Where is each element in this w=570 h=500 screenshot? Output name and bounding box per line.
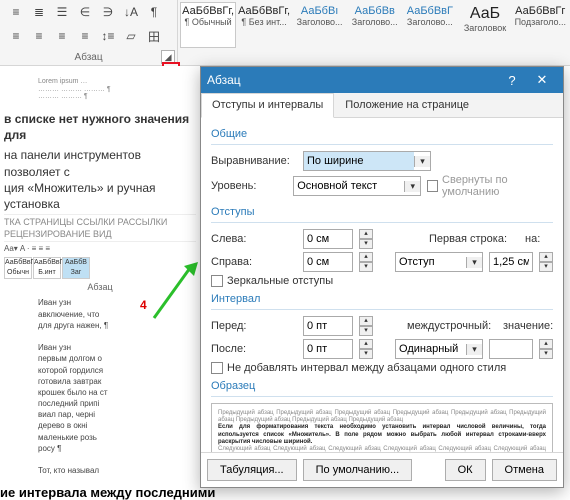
before-label: Перед: xyxy=(211,320,297,332)
outline-level-label: Уровень: xyxy=(211,180,287,192)
style-heading2[interactable]: АаБбВвЗаголово... xyxy=(347,2,402,48)
alignment-label: Выравнивание: xyxy=(211,155,297,167)
value-input[interactable] xyxy=(489,339,533,359)
default-button[interactable]: По умолчанию... xyxy=(303,459,413,481)
style-normal[interactable]: АаБбВвГг,¶ Обычный xyxy=(180,2,236,48)
doc-line: ция «Множитель» и ручная установка xyxy=(4,180,196,212)
spinner-icon[interactable]: ▴▾ xyxy=(359,252,373,272)
line-spacing-combo[interactable]: ▾ xyxy=(395,339,483,359)
justify-icon[interactable]: ≡ xyxy=(75,28,95,44)
style-subtitle[interactable]: АаБбВвГгПодзаголо... xyxy=(513,2,568,48)
collapsed-checkbox: Свернуты по умолчанию xyxy=(427,174,553,198)
sort-icon[interactable]: ↓A xyxy=(121,4,141,20)
alignment-combo[interactable]: ▾ xyxy=(303,151,431,171)
dialog-title: Абзац xyxy=(207,73,241,87)
by-input[interactable] xyxy=(489,252,533,272)
borders-icon[interactable]: 田 xyxy=(144,28,164,44)
section-general: Общие xyxy=(211,128,553,140)
align-left-icon[interactable]: ≡ xyxy=(6,28,26,44)
dialog-tabs: Отступы и интервалы Положение на страниц… xyxy=(201,93,563,118)
style-heading1[interactable]: АаБбВıЗаголово... xyxy=(292,2,347,48)
ribbon: ≡ ≣ ☰ ∈ ∋ ↓A ¶ ≡ ≡ ≡ ≡ ↕≡ ▱ 田 Абзац ◢ Аа… xyxy=(0,0,570,66)
spinner-icon[interactable]: ▴▾ xyxy=(539,252,553,272)
doc-bottom-line: ие интервала между последними xyxy=(0,485,215,500)
style-heading3[interactable]: АаБбВвГЗаголово... xyxy=(402,2,457,48)
spinner-icon[interactable]: ▴▾ xyxy=(359,316,373,336)
outline-level-combo[interactable]: ▾ xyxy=(293,176,421,196)
no-space-same-style-checkbox[interactable]: Не добавлять интервал между абзацами одн… xyxy=(211,362,506,374)
tab-page-position[interactable]: Положение на странице xyxy=(334,93,480,117)
align-right-icon[interactable]: ≡ xyxy=(52,28,72,44)
group-label: Абзац xyxy=(0,52,177,63)
help-icon[interactable]: ? xyxy=(497,73,527,88)
indent-right-label: Справа: xyxy=(211,256,297,268)
cancel-button[interactable]: Отмена xyxy=(492,459,557,481)
styles-gallery[interactable]: АаБбВвГг,¶ Обычный АаБбВвГг,¶ Без инт...… xyxy=(178,0,570,65)
first-line-combo[interactable]: ▾ xyxy=(395,252,483,272)
annotation-marker-4: 4 xyxy=(140,298,147,312)
bullets-icon[interactable]: ≡ xyxy=(6,4,26,20)
close-icon[interactable]: ✕ xyxy=(527,72,557,88)
dialog-titlebar: Абзац ? ✕ xyxy=(201,67,563,93)
tab-indents-spacing[interactable]: Отступы и интервалы xyxy=(201,93,334,118)
green-arrow-icon xyxy=(150,262,200,322)
chevron-down-icon[interactable]: ▾ xyxy=(404,181,420,192)
doc-line: в списке нет нужного значения для xyxy=(4,111,196,143)
multilevel-icon[interactable]: ☰ xyxy=(52,4,72,20)
after-input[interactable] xyxy=(303,339,353,359)
style-title[interactable]: АаБЗаголовок xyxy=(457,2,512,48)
paragraph-group: ≡ ≣ ☰ ∈ ∋ ↓A ¶ ≡ ≡ ≡ ≡ ↕≡ ▱ 田 Абзац ◢ xyxy=(0,0,178,65)
tabs-button[interactable]: Табуляция... xyxy=(207,459,297,481)
paragraph-dialog: Абзац ? ✕ Отступы и интервалы Положение … xyxy=(200,66,564,488)
section-spacing: Интервал xyxy=(211,293,553,305)
indent-left-label: Слева: xyxy=(211,233,297,245)
line-spacing-label: междустрочный: xyxy=(407,320,497,332)
align-center-icon[interactable]: ≡ xyxy=(29,28,49,44)
value-label: значение: xyxy=(503,320,553,332)
dialog-footer: Табуляция... По умолчанию... ОК Отмена xyxy=(201,452,563,487)
style-no-spacing[interactable]: АаБбВвГг,¶ Без инт... xyxy=(236,2,292,48)
ribbon-tabs-mini: ТКА СТРАНИЦЫ ССЫЛКИ РАССЫЛКИ РЕЦЕНЗИРОВА… xyxy=(4,214,196,242)
preview-box: Предыдущий абзац Предыдущий абзац Предыд… xyxy=(211,403,553,452)
before-input[interactable] xyxy=(303,316,353,336)
chevron-down-icon[interactable]: ▾ xyxy=(414,156,430,167)
indent-right-input[interactable] xyxy=(303,252,353,272)
section-indents: Отступы xyxy=(211,206,553,218)
indent-left-input[interactable] xyxy=(303,229,353,249)
show-marks-icon[interactable]: ¶ xyxy=(144,4,164,20)
doc-line: на панели инструментов позволяет с xyxy=(4,147,196,179)
mirror-indents-checkbox[interactable]: Зеркальные отступы xyxy=(211,275,333,287)
by-label: на: xyxy=(525,233,553,245)
spinner-icon[interactable]: ▴▾ xyxy=(359,339,373,359)
first-line-label: Первая строка: xyxy=(429,233,519,245)
after-label: После: xyxy=(211,343,297,355)
numbering-icon[interactable]: ≣ xyxy=(29,4,49,20)
increase-indent-icon[interactable]: ∋ xyxy=(98,4,118,20)
decrease-indent-icon[interactable]: ∈ xyxy=(75,4,95,20)
section-preview: Образец xyxy=(211,380,553,392)
line-spacing-icon[interactable]: ↕≡ xyxy=(98,28,118,44)
spinner-icon[interactable]: ▴▾ xyxy=(539,339,553,359)
spinner-icon[interactable]: ▴▾ xyxy=(359,229,373,249)
shading-icon[interactable]: ▱ xyxy=(121,28,141,44)
ok-button[interactable]: ОК xyxy=(445,459,486,481)
